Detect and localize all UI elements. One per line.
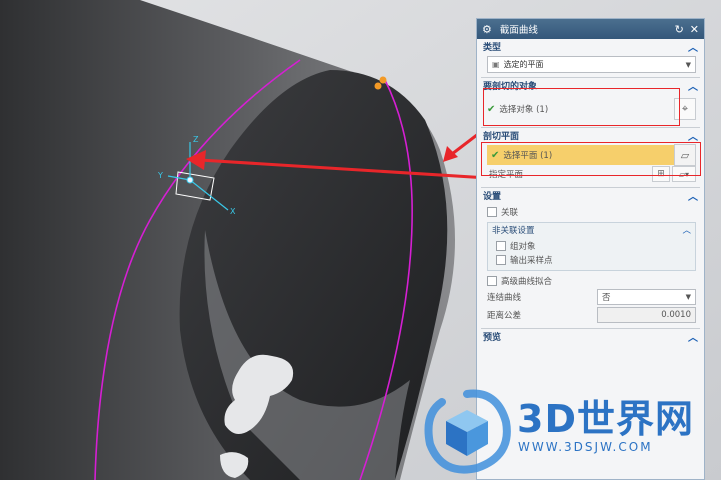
section-settings-header[interactable]: 设置 ︿ <box>477 188 704 203</box>
associative-label: 关联 <box>501 208 519 218</box>
nonassoc-settings-header[interactable]: 非关联设置 ︿ <box>488 223 695 237</box>
dialog-titlebar[interactable]: ⚙ 截面曲线 ↻ ✕ <box>477 19 704 39</box>
chevron-down-icon: ▼ <box>685 293 691 301</box>
checkbox-box[interactable] <box>487 207 497 217</box>
close-icon[interactable]: ✕ <box>690 23 699 36</box>
highlight-box-objects <box>483 88 680 126</box>
output-points-label: 输出采样点 <box>510 256 553 266</box>
anchor-point[interactable] <box>379 76 387 84</box>
axis-y-label: Y <box>157 171 163 180</box>
chevron-up-icon[interactable]: ︿ <box>688 128 698 143</box>
join-curves-row: 连结曲线 否 ▼ <box>487 288 696 306</box>
section-preview-header[interactable]: 预览 ︿ <box>477 329 704 344</box>
chevron-up-icon[interactable]: ︿ <box>682 224 691 236</box>
chevron-down-icon: ▼ <box>685 60 691 69</box>
chevron-up-icon[interactable]: ︿ <box>688 78 698 93</box>
section-preview-label: 预览 <box>483 333 502 343</box>
distance-tol-input[interactable]: 0.0010 <box>597 307 696 323</box>
watermark-brand: 3D世界网 <box>517 397 694 441</box>
section-settings-label: 设置 <box>483 192 502 202</box>
checkbox-box[interactable] <box>496 241 506 251</box>
output-points-checkbox[interactable]: 输出采样点 <box>496 253 689 267</box>
chevron-up-icon[interactable]: ︿ <box>688 329 698 344</box>
advanced-fit-label: 高级曲线拟合 <box>501 277 553 287</box>
checkbox-box[interactable] <box>487 276 497 286</box>
type-select[interactable]: ▣ 选定的平面 ▼ <box>487 56 696 73</box>
plane-type-icon: ▣ <box>492 60 500 69</box>
cube-logo <box>424 389 511 474</box>
watermark: 3D世界网 WWW.3DSJW.COM <box>420 380 721 480</box>
join-curves-select[interactable]: 否 ▼ <box>597 289 696 305</box>
gear-icon[interactable]: ⚙ <box>482 23 492 36</box>
nonassoc-settings-label: 非关联设置 <box>492 226 535 236</box>
section-plane-label: 剖切平面 <box>483 132 520 142</box>
section-plane-header[interactable]: 剖切平面 ︿ <box>477 128 704 143</box>
chevron-up-icon[interactable]: ︿ <box>688 188 698 203</box>
group-objects-label: 组对象 <box>510 242 536 252</box>
dialog-title: 截面曲线 <box>499 25 538 36</box>
section-type-label: 类型 <box>483 43 502 53</box>
group-objects-checkbox[interactable]: 组对象 <box>496 239 689 253</box>
watermark-url: WWW.3DSJW.COM <box>518 440 653 454</box>
join-curves-label: 连结曲线 <box>487 293 522 303</box>
highlight-box-plane <box>481 142 701 176</box>
nonassoc-settings-group: 非关联设置 ︿ 组对象 输出采样点 <box>487 222 696 271</box>
reset-icon[interactable]: ↻ <box>675 23 684 36</box>
anchor-point[interactable] <box>374 82 382 90</box>
associative-checkbox[interactable]: 关联 <box>487 205 696 219</box>
section-type-header[interactable]: 类型 ︿ <box>477 39 704 54</box>
axis-x-label: X <box>230 207 236 216</box>
join-curves-value: 否 <box>602 293 611 303</box>
advanced-fit-checkbox[interactable]: 高级曲线拟合 <box>487 274 696 288</box>
distance-tol-label: 距离公差 <box>487 311 522 321</box>
distance-tol-row: 距离公差 0.0010 <box>487 306 696 324</box>
type-select-value: 选定的平面 <box>503 60 544 69</box>
axis-z-label: Z <box>193 135 199 144</box>
checkbox-box[interactable] <box>496 255 506 265</box>
chevron-up-icon[interactable]: ︿ <box>688 39 698 54</box>
